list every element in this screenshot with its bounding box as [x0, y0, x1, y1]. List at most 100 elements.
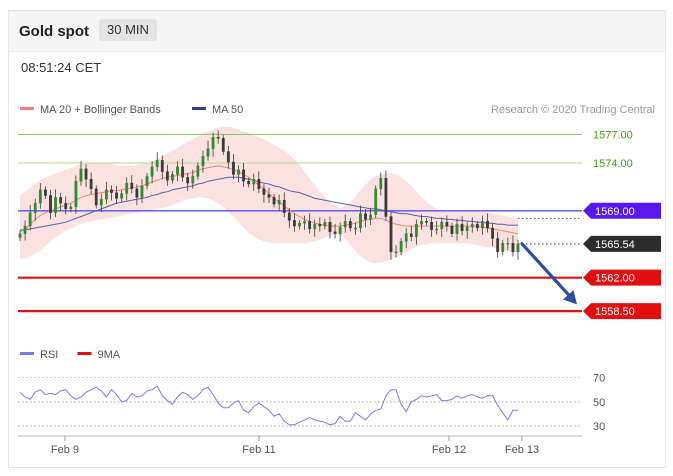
candle-body-37	[206, 148, 210, 157]
level-tags: 1577.00 1574.00 1569.00 1565.54 1562.00 1558.…	[583, 129, 661, 320]
level-label-5: 1558.50	[595, 306, 635, 318]
candle-body-40	[221, 137, 225, 152]
candle-body-97	[511, 243, 515, 253]
candle-body-77	[409, 233, 413, 237]
level-label-1: 1574.00	[593, 158, 633, 170]
level-label-2: 1569.00	[595, 206, 635, 218]
candle-body-10	[69, 206, 73, 210]
candle-body-21	[125, 182, 129, 194]
legend-swatch-1	[192, 107, 206, 110]
level-label-3: 1565.54	[595, 239, 635, 251]
candle-body-45	[247, 180, 251, 185]
candle-body-65	[348, 221, 352, 229]
candle-body-58	[313, 223, 317, 230]
candle-body-55	[298, 222, 301, 227]
candle-body-36	[201, 156, 205, 167]
candle-body-23	[135, 188, 139, 198]
candle-body-26	[150, 166, 154, 177]
candle-body-5	[44, 189, 47, 196]
x-tick-label-2: Feb 12	[432, 444, 466, 456]
candle-body-41	[226, 151, 230, 163]
candle-body-64	[343, 221, 347, 228]
candle-body-93	[491, 227, 494, 239]
candle-body-22	[130, 182, 134, 189]
candle-body-17	[104, 189, 108, 200]
level-label-0: 1577.00	[593, 129, 633, 141]
candle-body-3	[33, 202, 37, 213]
candle-body-29	[165, 171, 169, 181]
candle-body-95	[501, 243, 505, 253]
credit-text: Research © 2020 Trading Central	[491, 104, 655, 116]
x-tick-label-0: Feb 9	[51, 444, 79, 456]
rsi-panel: 70 50 30	[18, 373, 605, 433]
candle-body-57	[308, 221, 312, 230]
candle-body-46	[252, 179, 256, 185]
candle-body-35	[196, 165, 200, 177]
candle-body-78	[414, 223, 418, 237]
candle-body-39	[216, 136, 220, 139]
candle-body-83	[440, 222, 444, 230]
candle-body-31	[176, 166, 179, 175]
candle-body-15	[94, 188, 98, 206]
rsi-legend-swatch-0	[20, 352, 34, 355]
rsi-legend-label-1: 9MA	[98, 349, 121, 361]
rsi-legend-label-0: RSI	[40, 349, 58, 361]
candle-body-81	[430, 222, 434, 231]
legend-label-1: MA 50	[212, 104, 243, 116]
candle-body-82	[435, 228, 439, 231]
candle-body-44	[242, 169, 245, 182]
candle-body-71	[379, 178, 383, 190]
candle-body-75	[399, 241, 403, 253]
candle-body-14	[89, 179, 93, 190]
candle-body-9	[64, 202, 68, 210]
candle-body-47	[257, 179, 261, 190]
candle-body-92	[486, 221, 489, 229]
candle-body-20	[120, 193, 124, 199]
candle-body-73	[389, 216, 393, 253]
candle-body-19	[115, 192, 118, 199]
candle-body-38	[211, 136, 215, 149]
candle-body-16	[99, 199, 103, 206]
x-tick-label-3: Feb 13	[505, 444, 539, 456]
candle-body-61	[328, 222, 332, 233]
candle-body-51	[277, 200, 281, 205]
candle-body-72	[384, 178, 388, 217]
candle-body-43	[237, 169, 240, 175]
forecast-arrow	[520, 242, 577, 305]
candle-body-68	[364, 213, 367, 220]
candle-body-33	[186, 177, 190, 184]
price-legend: MA 20 + Bollinger Bands MA 50	[20, 104, 243, 116]
level-tag-5: 1558.50	[583, 303, 661, 320]
candle-body-30	[171, 174, 174, 181]
candle-body-98	[516, 244, 520, 253]
candle-body-4	[38, 189, 42, 204]
candle-body-96	[506, 243, 510, 245]
candle-body-8	[59, 197, 63, 204]
level-tag-4: 1562.00	[583, 269, 661, 286]
candle-body-62	[333, 231, 337, 234]
level-tag-1: 1574.00	[593, 158, 633, 170]
candle-body-87	[460, 223, 464, 232]
candle-body-59	[318, 223, 322, 227]
candle-body-2	[28, 212, 32, 227]
candle-body-89	[470, 223, 474, 228]
candle-body-34	[191, 176, 195, 184]
candle-body-80	[425, 221, 428, 223]
candle-body-54	[293, 220, 296, 227]
candle-body-42	[232, 161, 235, 175]
rsi-legend-swatch-1	[77, 352, 92, 355]
candle-body-94	[496, 238, 500, 253]
candle-body-90	[475, 223, 479, 229]
candle-body-0	[18, 233, 22, 238]
rsi-line	[19, 385, 518, 426]
x-tick-label-1: Feb 11	[242, 444, 275, 456]
candle-body-88	[465, 226, 469, 232]
level-label-4: 1562.00	[595, 273, 635, 285]
forecast-arrow-shaft	[520, 242, 573, 300]
candle-body-18	[110, 189, 113, 193]
candle-body-48	[262, 188, 266, 195]
candle-body-12	[79, 168, 83, 182]
candle-body-63	[338, 226, 342, 234]
candle-body-53	[287, 212, 291, 221]
candle-body-84	[445, 222, 449, 227]
